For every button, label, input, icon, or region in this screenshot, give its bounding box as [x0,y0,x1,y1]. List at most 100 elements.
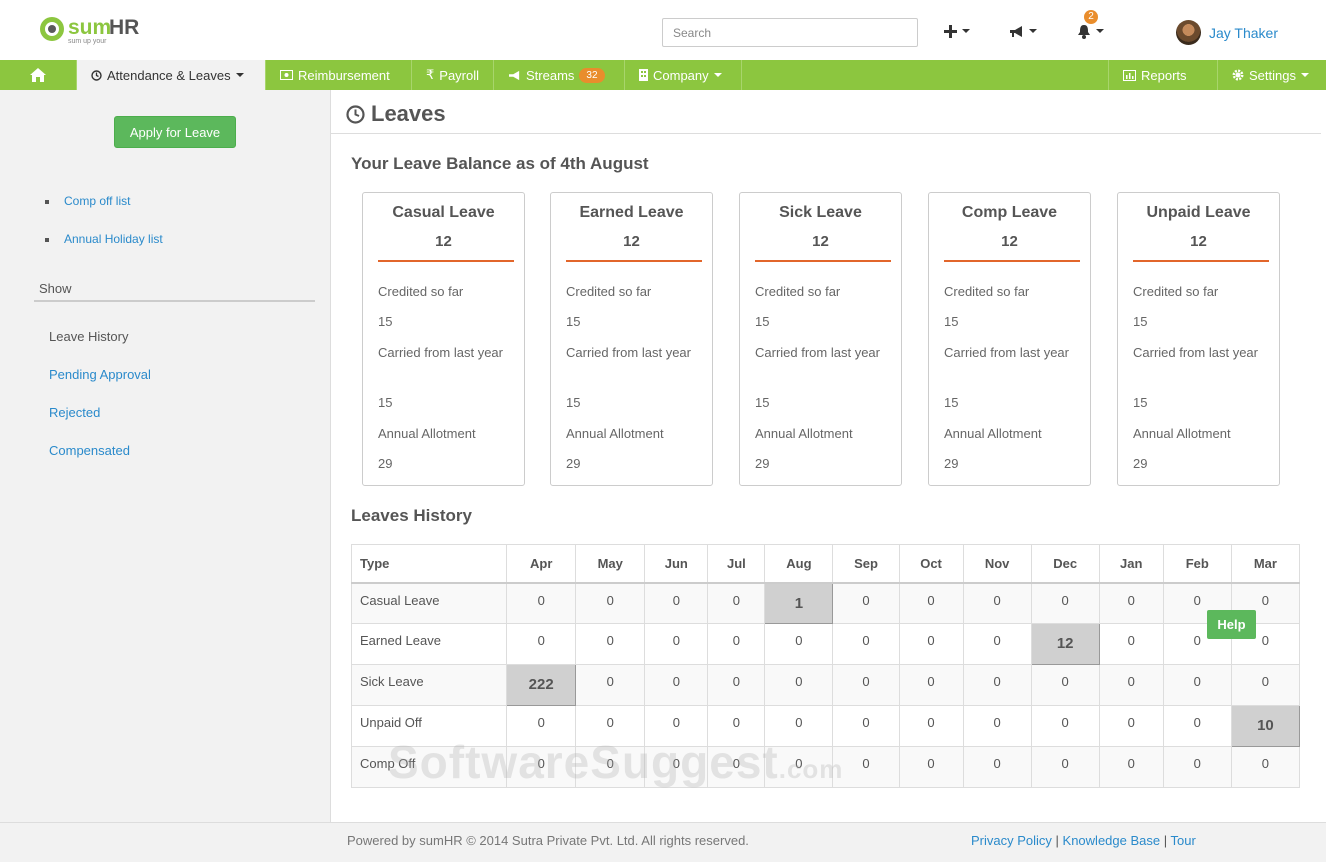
bell-icon [1078,24,1090,39]
table-cell: 0 [764,705,834,747]
nav-attendance-leaves[interactable]: Attendance & Leaves [77,60,266,90]
annual-label: Annual Allotment [378,426,476,441]
table-cell: 0 [575,664,646,706]
add-menu[interactable] [944,20,970,42]
column-header-month: Oct [898,544,964,584]
table-cell: 0 [898,705,964,747]
filter-pending-approval[interactable]: Pending Approval [49,367,151,382]
credited-value: 15 [944,314,959,329]
table-cell: 0 [832,705,900,747]
nav-reports[interactable]: Reports [1108,60,1217,90]
chevron-down-icon [1029,29,1037,33]
column-header-month: Jan [1098,544,1164,584]
column-header-month: Nov [962,544,1032,584]
table-cell: 0 [962,746,1032,788]
building-icon [639,69,648,81]
chevron-down-icon [962,29,970,33]
sidebar: Apply for Leave Comp off list Annual Hol… [0,90,331,822]
table-cell: 0 [832,746,900,788]
apply-for-leave-button[interactable]: Apply for Leave [114,116,236,148]
nav-streams[interactable]: Streams 32 [494,60,625,90]
annual-label: Annual Allotment [1133,426,1231,441]
card-leave-total: 12 [812,233,829,250]
table-cell[interactable]: 10 [1230,705,1301,747]
table-cell: 0 [707,664,766,706]
tour-link[interactable]: Tour [1170,833,1195,848]
leave-balance-card: Earned Leave 12 Credited so far 15 Carried f… [550,192,713,486]
divider [331,133,1321,134]
svg-text:sum: sum [68,16,111,39]
table-cell: 0 [644,746,709,788]
table-cell: 0 [1030,582,1100,624]
table-row: Sick Leave 222 0 0 0 0 0 0 0 0 0 0 0 [350,664,1301,706]
megaphone-icon [1010,25,1022,37]
table-cell: 0 [898,582,964,624]
annual-value: 29 [1133,456,1148,471]
table-cell: 0 [1098,705,1164,747]
filter-leave-history[interactable]: Leave History [49,329,128,344]
row-leave-type: Comp Off [350,746,508,788]
table-cell: 0 [644,582,709,624]
filter-rejected[interactable]: Rejected [49,405,100,420]
annual-value: 29 [566,456,581,471]
annual-holiday-list-link[interactable]: Annual Holiday list [64,232,163,246]
leaves-history-title: Leaves History [351,506,472,525]
sumhr-logo[interactable]: sum HR sum up your [38,12,158,48]
filter-compensated[interactable]: Compensated [49,443,130,458]
gear-icon [1232,69,1244,81]
divider [944,260,1080,262]
carried-value: 15 [378,395,393,410]
table-cell: 0 [1162,705,1232,747]
table-cell: 0 [1030,746,1100,788]
table-cell: 0 [1162,664,1232,706]
credited-value: 15 [755,314,770,329]
table-cell: 0 [764,664,834,706]
comp-off-list-link[interactable]: Comp off list [64,194,130,208]
table-cell[interactable]: 12 [1030,623,1100,665]
user-name[interactable]: Jay Thaker [1209,25,1278,41]
card-leave-type: Earned Leave [579,204,684,221]
leave-balance-card: Unpaid Leave 12 Credited so far 15 Carried f… [1117,192,1280,486]
table-cell: 0 [707,746,766,788]
credited-value: 15 [378,314,393,329]
help-button[interactable]: Help [1207,610,1256,639]
nav-settings[interactable]: Settings [1217,60,1326,90]
carried-label: Carried from last year [378,345,503,360]
column-header-month: Feb [1162,544,1232,584]
main-navbar: Attendance & Leaves Reimbursement ₹ Payr… [0,60,1326,90]
table-cell: 0 [1162,746,1232,788]
nav-label: Company [653,67,709,83]
table-cell: 0 [1098,664,1164,706]
search-input[interactable] [662,18,918,47]
annual-value: 29 [944,456,959,471]
privacy-policy-link[interactable]: Privacy Policy [971,833,1052,848]
annual-value: 29 [755,456,770,471]
table-cell: 0 [832,664,900,706]
credited-label: Credited so far [1133,284,1219,299]
nav-payroll[interactable]: ₹ Payroll [412,60,494,90]
nav-home[interactable] [0,60,77,90]
nav-label: Settings [1249,67,1296,83]
divider [34,300,315,302]
table-cell: 0 [1098,582,1164,624]
table-cell: 0 [575,705,646,747]
announcements-menu[interactable] [1009,20,1037,42]
nav-company[interactable]: Company [625,60,742,90]
knowledge-base-link[interactable]: Knowledge Base [1063,833,1161,848]
carried-label: Carried from last year [566,345,691,360]
nav-reimbursement[interactable]: Reimbursement [266,60,412,90]
table-cell: 0 [644,705,709,747]
annual-label: Annual Allotment [566,426,664,441]
table-cell: 0 [575,746,646,788]
table-cell[interactable]: 1 [764,582,834,624]
rupee-icon: ₹ [426,67,435,82]
column-header-month: Dec [1030,544,1100,584]
clock-icon [91,69,102,81]
nav-label: Streams [526,67,575,83]
table-cell: 0 [898,746,964,788]
table-cell: 0 [962,705,1032,747]
user-menu[interactable]: Jay Thaker [1176,20,1278,45]
carried-label: Carried from last year [944,345,1069,360]
chevron-down-icon [1300,73,1309,77]
table-cell[interactable]: 222 [506,664,577,706]
